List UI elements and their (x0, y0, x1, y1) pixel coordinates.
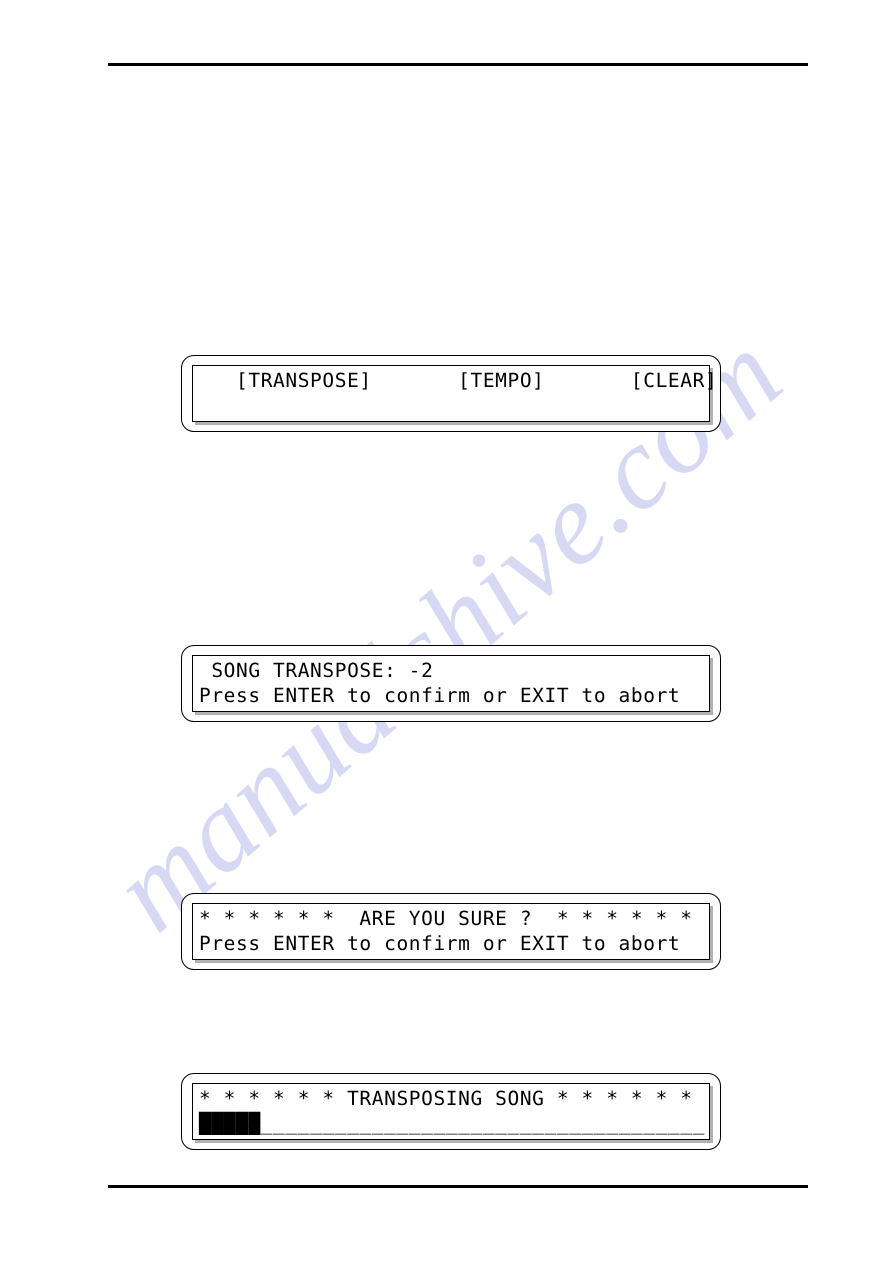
lcd-panel-menu: [TRANSPOSE] [TEMPO] [CLEAR] (181, 355, 721, 432)
manual-page: manualshive.com [TRANSPOSE] [TEMPO] [CLE… (0, 0, 893, 1263)
lcd-panel-are-you-sure: * * * * * * ARE YOU SURE ? * * * * * * P… (181, 893, 721, 970)
progress-bar: █████ ___________________________________… (199, 1111, 705, 1136)
lcd-line-transposing-song: * * * * * * TRANSPOSING SONG * * * * * * (199, 1087, 693, 1110)
lcd-line-confirm-prompt: Press ENTER to confirm or EXIT to abort (199, 932, 681, 955)
lcd-screen: SONG TRANSPOSE: -2 Press ENTER to confir… (192, 655, 710, 712)
lcd-line-confirm-prompt: Press ENTER to confirm or EXIT to abort (199, 684, 681, 707)
footer-rule (108, 1185, 808, 1188)
lcd-line-are-you-sure: * * * * * * ARE YOU SURE ? * * * * * * (199, 907, 693, 930)
header-rule (108, 63, 808, 66)
lcd-line-song-transpose-value: SONG TRANSPOSE: -2 (199, 659, 434, 682)
lcd-line-blank (199, 393, 703, 418)
lcd-panel-transposing-song: * * * * * * TRANSPOSING SONG * * * * * *… (181, 1073, 721, 1150)
lcd-screen: [TRANSPOSE] [TEMPO] [CLEAR] (192, 365, 718, 422)
progress-bar-filled: █████ (199, 1111, 261, 1136)
lcd-line-menu-options: [TRANSPOSE] [TEMPO] [CLEAR] (199, 369, 718, 392)
progress-bar-empty: ____________________________________ (260, 1112, 705, 1135)
lcd-screen: * * * * * * TRANSPOSING SONG * * * * * *… (192, 1083, 710, 1140)
lcd-screen: * * * * * * ARE YOU SURE ? * * * * * * P… (192, 903, 710, 960)
lcd-panel-song-transpose: SONG TRANSPOSE: -2 Press ENTER to confir… (181, 645, 721, 722)
